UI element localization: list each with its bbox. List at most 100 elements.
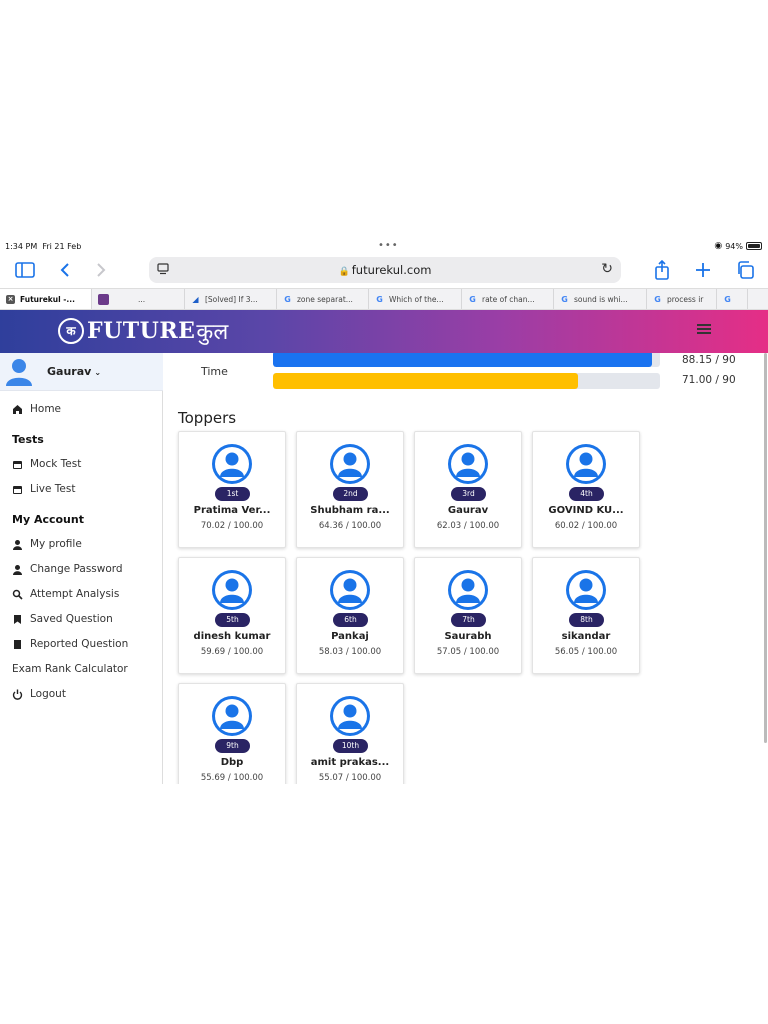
sidebar-item-reported-question[interactable]: Reported Question bbox=[12, 638, 128, 650]
url-text: futurekul.com bbox=[351, 263, 432, 277]
wifi-icon: ◉ bbox=[714, 241, 723, 251]
topper-name: Shubham ra... bbox=[310, 505, 390, 516]
topper-card[interactable]: 1st Pratima Ver... 70.02 / 100.00 bbox=[178, 431, 286, 548]
user-avatar-icon bbox=[212, 696, 252, 736]
topper-card[interactable]: 9th Dbp 55.69 / 100.00 bbox=[178, 683, 286, 784]
topper-card[interactable]: 4th GOVIND KU... 60.02 / 100.00 bbox=[532, 431, 640, 548]
logo-hindi-text: कुल bbox=[196, 320, 229, 345]
time-bar-1 bbox=[273, 353, 660, 367]
tab-4[interactable]: G Which of the... bbox=[369, 289, 462, 309]
user-avatar-icon bbox=[6, 359, 32, 386]
sidebar-item-change-password[interactable]: Change Password bbox=[12, 563, 123, 575]
site-header: क FUTURE कुल bbox=[0, 310, 768, 353]
ipad-screen: 1:34 PM Fri 21 Feb ••• ◉ 94% 🔒 futurekul.… bbox=[0, 240, 768, 784]
topper-card[interactable]: 5th dinesh kumar 59.69 / 100.00 bbox=[178, 557, 286, 674]
power-icon bbox=[12, 689, 23, 700]
doc-icon: ◢ bbox=[192, 294, 199, 304]
analysis-icon bbox=[12, 589, 23, 600]
chevron-down-icon: ⌄ bbox=[94, 368, 102, 377]
rank-badge: 4th bbox=[569, 487, 604, 501]
topper-name: amit prakas... bbox=[310, 757, 390, 768]
calendar-icon bbox=[12, 459, 23, 470]
reload-icon[interactable]: ↻ bbox=[601, 261, 613, 277]
topper-card[interactable]: 8th sikandar 56.05 / 100.00 bbox=[532, 557, 640, 674]
topper-card[interactable]: 7th Saurabh 57.05 / 100.00 bbox=[414, 557, 522, 674]
app-icon bbox=[98, 293, 109, 305]
tab-5[interactable]: Grate of chan... bbox=[462, 289, 554, 309]
sidebar-item-attempt-analysis[interactable]: Attempt Analysis bbox=[12, 588, 119, 600]
tab-2[interactable]: ◢ [Solved] If 3... bbox=[185, 289, 277, 309]
rank-badge: 7th bbox=[451, 613, 486, 627]
username: Gaurav ⌄ bbox=[47, 365, 102, 378]
topper-card[interactable]: 3rd Gaurav 62.03 / 100.00 bbox=[414, 431, 522, 548]
battery-icon bbox=[746, 242, 762, 250]
topper-name: Pratima Ver... bbox=[193, 505, 271, 516]
user-avatar-icon bbox=[212, 444, 252, 484]
my-account-heading: My Account bbox=[12, 513, 84, 526]
sidebar-item-live-test[interactable]: Live Test bbox=[12, 483, 75, 495]
main-content: Time 88.15 / 90 71.00 / 90 Toppers 1st Pr… bbox=[164, 353, 768, 784]
multitask-dots[interactable]: ••• bbox=[378, 240, 399, 251]
sidebar-item-mock-test[interactable]: Mock Test bbox=[12, 458, 81, 470]
rank-badge: 5th bbox=[215, 613, 250, 627]
google-icon: G bbox=[654, 294, 661, 304]
user-avatar-icon bbox=[330, 570, 370, 610]
hamburger-menu-icon[interactable] bbox=[697, 324, 711, 334]
browser-toolbar: 🔒 futurekul.com ↻ bbox=[0, 254, 768, 288]
google-icon: G bbox=[561, 294, 568, 304]
sidebar-item-my-profile[interactable]: My profile bbox=[12, 538, 82, 550]
rank-badge: 2nd bbox=[333, 487, 368, 501]
sidebar-item-saved-question[interactable]: Saved Question bbox=[12, 613, 113, 625]
rank-badge: 6th bbox=[333, 613, 368, 627]
user-avatar-icon bbox=[566, 444, 606, 484]
rank-badge: 10th bbox=[333, 739, 368, 753]
google-icon: G bbox=[376, 294, 383, 304]
topper-card[interactable]: 2nd Shubham ra... 64.36 / 100.00 bbox=[296, 431, 404, 548]
rank-badge: 3rd bbox=[451, 487, 486, 501]
time-bar-2-value: 71.00 / 90 bbox=[682, 374, 736, 386]
topper-name: Saurabh bbox=[444, 631, 492, 642]
topper-name: Dbp bbox=[220, 757, 244, 768]
user-avatar-icon bbox=[330, 444, 370, 484]
status-bar: 1:34 PM Fri 21 Feb ••• ◉ 94% bbox=[0, 240, 768, 254]
futurekul-logo[interactable]: क FUTURE कुल bbox=[58, 316, 228, 346]
share-icon[interactable] bbox=[651, 259, 673, 281]
tab-overview-icon[interactable] bbox=[734, 259, 756, 281]
user-icon bbox=[12, 539, 23, 550]
sidebar-item-home[interactable]: Home bbox=[12, 403, 61, 415]
sidebar-item-exam-rank-calculator[interactable]: Exam Rank Calculator bbox=[12, 663, 128, 675]
topper-score: 56.05 / 100.00 bbox=[554, 647, 618, 657]
user-avatar-icon bbox=[566, 570, 606, 610]
forward-icon[interactable] bbox=[90, 259, 112, 281]
topper-score: 55.07 / 100.00 bbox=[318, 773, 382, 783]
close-x-icon[interactable]: × bbox=[6, 294, 15, 304]
sidebar-item-logout[interactable]: Logout bbox=[12, 688, 66, 700]
lock-icon: 🔒 bbox=[338, 267, 350, 277]
time-bar-2-fill bbox=[273, 373, 579, 389]
flag-icon bbox=[12, 639, 23, 650]
topper-card[interactable]: 6th Pankaj 58.03 / 100.00 bbox=[296, 557, 404, 674]
topper-name: GOVIND KU... bbox=[548, 505, 624, 516]
sidebar-toggle-icon[interactable] bbox=[14, 259, 36, 281]
tab-6[interactable]: Gsound is whi... bbox=[554, 289, 647, 309]
time-label: Time bbox=[201, 365, 228, 378]
google-icon: G bbox=[724, 294, 731, 304]
tab-3[interactable]: Gzone separat... bbox=[277, 289, 369, 309]
user-menu[interactable]: Gaurav ⌄ bbox=[0, 353, 163, 391]
topper-score: 58.03 / 100.00 bbox=[318, 647, 382, 657]
time-bar-1-value: 88.15 / 90 bbox=[682, 354, 736, 366]
tab-8[interactable]: G bbox=[717, 289, 748, 309]
google-icon: G bbox=[284, 294, 291, 304]
google-icon: G bbox=[469, 294, 476, 304]
new-tab-icon[interactable] bbox=[692, 259, 714, 281]
user-avatar-icon bbox=[330, 696, 370, 736]
address-bar[interactable]: 🔒 futurekul.com ↻ bbox=[149, 257, 621, 283]
tab-1[interactable]: ... bbox=[92, 289, 185, 309]
topper-name: dinesh kumar bbox=[193, 631, 271, 642]
tab-7[interactable]: Gprocess ir bbox=[647, 289, 717, 309]
page-scrollbar[interactable] bbox=[764, 353, 767, 743]
back-icon[interactable] bbox=[54, 259, 76, 281]
topper-card[interactable]: 10th amit prakas... 55.07 / 100.00 bbox=[296, 683, 404, 784]
user-avatar-icon bbox=[448, 570, 488, 610]
tab-0[interactable]: × Futurekul -... bbox=[0, 289, 92, 309]
